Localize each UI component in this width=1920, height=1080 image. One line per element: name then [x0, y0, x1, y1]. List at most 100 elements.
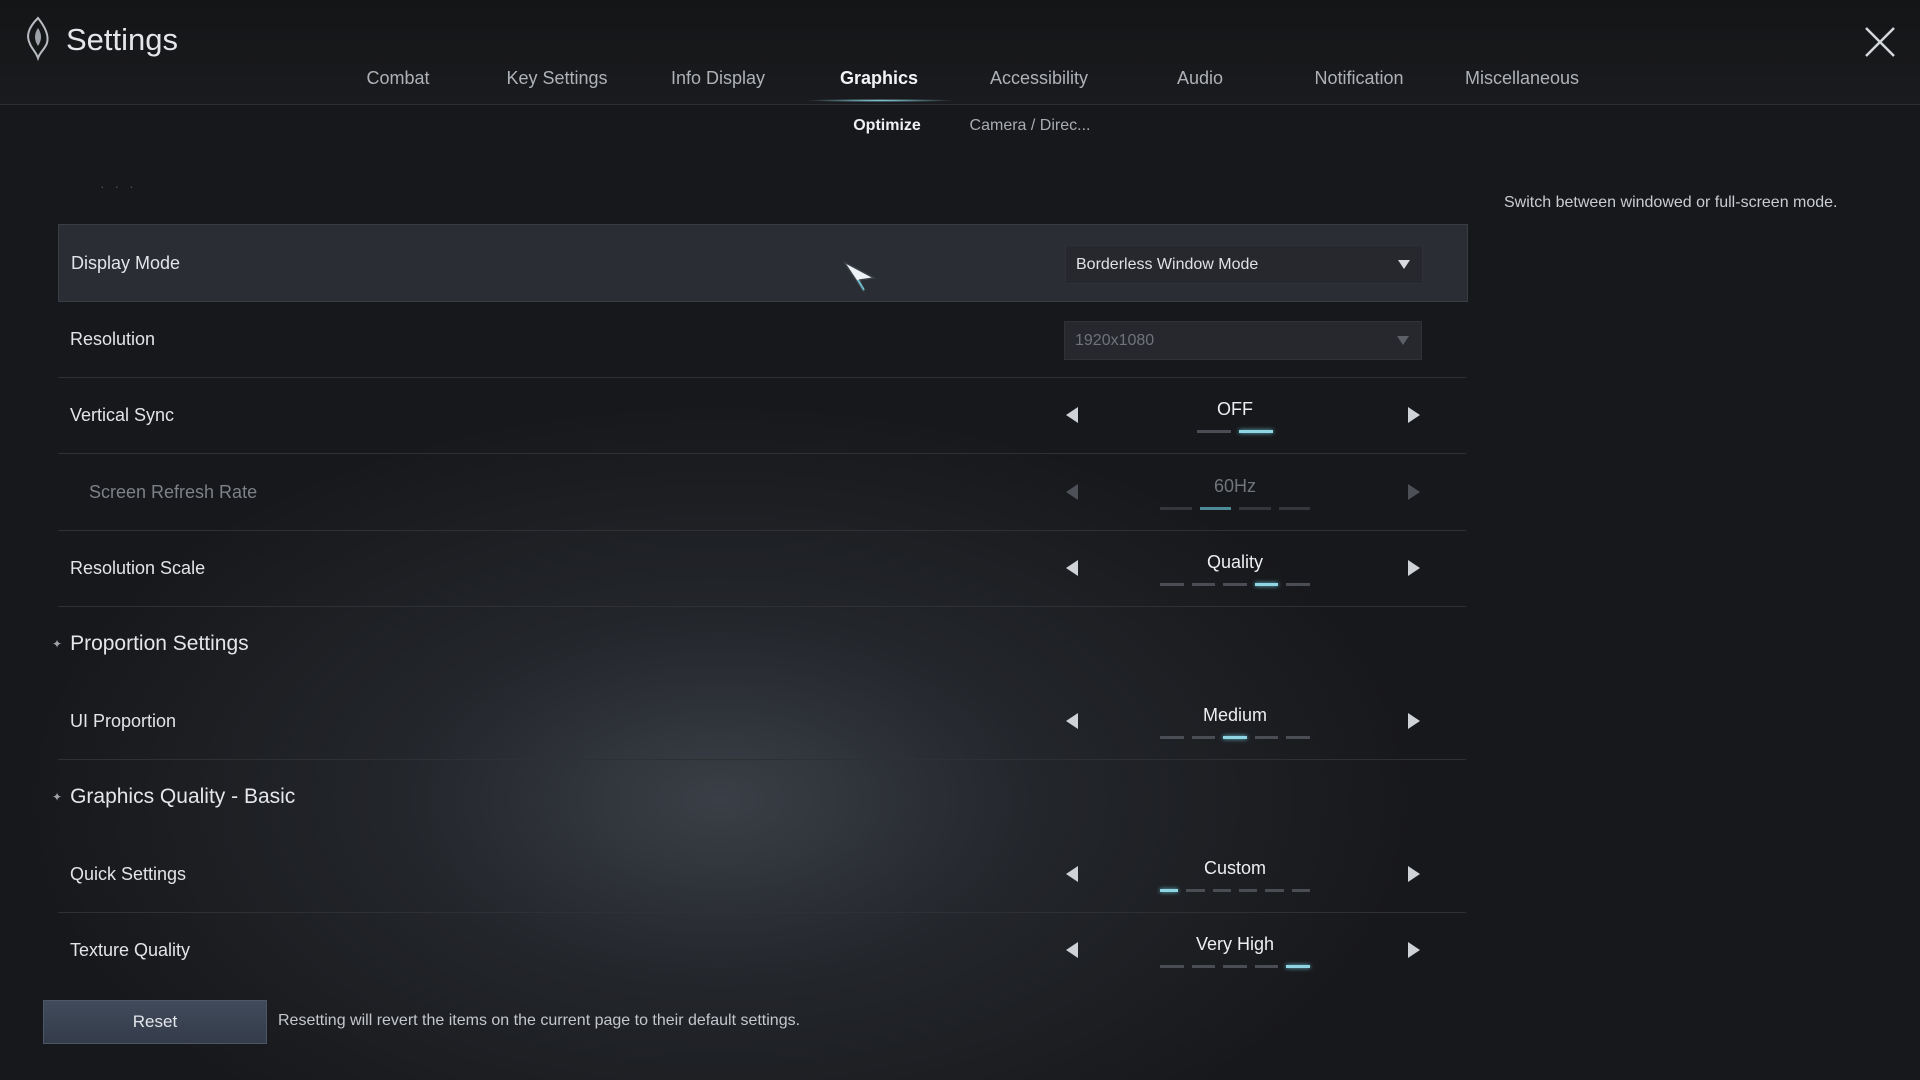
tab-combat[interactable]: Combat: [366, 68, 429, 89]
stepper-pip: [1160, 583, 1184, 586]
section-header-graphics-basic: ✦ Graphics Quality - Basic: [52, 785, 295, 809]
setting-description: Switch between windowed or full-screen m…: [1504, 194, 1838, 211]
setting-row-screen-refresh-rate[interactable]: Screen Refresh Rate 60Hz: [58, 454, 1466, 531]
arrow-right-icon[interactable]: [1408, 560, 1420, 576]
setting-row-display-mode[interactable]: Display Mode Borderless Window Mode: [58, 224, 1468, 302]
stepper-pip: [1254, 965, 1279, 968]
setting-label: Texture Quality: [70, 940, 191, 960]
setting-label: Resolution: [70, 329, 156, 349]
stepper-pip: [1223, 736, 1247, 739]
arrow-right-icon[interactable]: [1408, 713, 1420, 729]
arrow-left-icon[interactable]: [1066, 560, 1078, 576]
stepper-pip: [1191, 583, 1216, 586]
stepper-pip: [1239, 430, 1273, 433]
stepper-pip: [1160, 965, 1184, 968]
stepper-pip: [1239, 889, 1258, 892]
stepper-pip: [1291, 889, 1310, 892]
setting-row-resolution-scale[interactable]: Resolution Scale Quality: [58, 530, 1466, 607]
setting-label: Display Mode: [71, 253, 181, 273]
ui-proportion-stepper[interactable]: Medium: [1058, 683, 1488, 759]
stepper-pip: [1199, 507, 1231, 510]
stepper-pips: [1160, 736, 1310, 739]
scrolled-section-header: · · ·: [100, 178, 137, 194]
setting-row-ui-proportion[interactable]: UI Proportion Medium: [58, 683, 1466, 760]
stepper-pip: [1160, 736, 1184, 739]
stepper-value: Very High: [1195, 934, 1275, 954]
setting-label: Resolution Scale: [70, 558, 206, 578]
stepper-pip: [1286, 736, 1310, 739]
arrow-right-icon[interactable]: [1408, 484, 1420, 500]
section-header-proportion: ✦ Proportion Settings: [52, 632, 249, 656]
stepper-pips: [1160, 889, 1310, 892]
subtab-optimize[interactable]: Optimize: [853, 117, 921, 135]
arrow-right-icon[interactable]: [1408, 407, 1420, 423]
tab-info-display[interactable]: Info Display: [671, 68, 765, 89]
tab-notification[interactable]: Notification: [1314, 68, 1403, 89]
arrow-left-icon[interactable]: [1066, 713, 1078, 729]
stepper-pip: [1197, 430, 1231, 433]
stepper-pip: [1286, 965, 1310, 968]
dropdown-value: 1920x1080: [1075, 332, 1155, 349]
chevron-down-icon: [1398, 260, 1410, 269]
tab-accessibility[interactable]: Accessibility: [990, 68, 1088, 89]
arrow-right-icon[interactable]: [1408, 866, 1420, 882]
close-icon[interactable]: [1860, 22, 1900, 62]
arrow-right-icon[interactable]: [1408, 942, 1420, 958]
main-tabs: Combat Key Settings Info Display Graphic…: [0, 68, 1920, 104]
stepper-pip: [1186, 889, 1205, 892]
stepper-pip: [1223, 965, 1247, 968]
stepper-value: Medium: [1202, 705, 1268, 725]
dropdown-value: Borderless Window Mode: [1076, 256, 1259, 273]
texture-quality-stepper[interactable]: Very High: [1058, 912, 1488, 988]
arrow-left-icon[interactable]: [1066, 866, 1078, 882]
setting-row-vertical-sync[interactable]: Vertical Sync OFF: [58, 377, 1466, 454]
stepper-pip: [1191, 736, 1216, 739]
stepper-pips: [1160, 430, 1310, 433]
arrow-left-icon[interactable]: [1066, 407, 1078, 423]
setting-row-texture-quality[interactable]: Texture Quality Very High: [58, 912, 1466, 988]
stepper-pip: [1278, 507, 1310, 510]
diamond-bullet-icon: ✦: [52, 637, 63, 652]
stepper-pips: [1160, 965, 1310, 968]
tab-key-settings[interactable]: Key Settings: [506, 68, 607, 89]
setting-row-resolution[interactable]: Resolution 1920x1080: [58, 301, 1466, 378]
section-title: Proportion Settings: [70, 632, 249, 655]
section-title: Graphics Quality - Basic: [70, 785, 296, 808]
refresh-rate-stepper[interactable]: 60Hz: [1058, 454, 1488, 530]
stepper-pip: [1254, 736, 1279, 739]
arrow-left-icon[interactable]: [1066, 942, 1078, 958]
vertical-sync-stepper[interactable]: OFF: [1058, 377, 1488, 453]
resolution-dropdown[interactable]: 1920x1080: [1064, 321, 1422, 360]
setting-row-quick-settings[interactable]: Quick Settings Custom: [58, 836, 1466, 913]
stepper-pip: [1160, 507, 1192, 510]
reset-button[interactable]: Reset: [43, 1000, 267, 1044]
diamond-bullet-icon: ✦: [52, 790, 63, 805]
setting-label: Quick Settings: [70, 864, 187, 884]
arrow-left-icon[interactable]: [1066, 484, 1078, 500]
stepper-value: Quality: [1206, 552, 1264, 572]
tab-miscellaneous[interactable]: Miscellaneous: [1465, 68, 1579, 89]
reset-note: Resetting will revert the items on the c…: [278, 1012, 801, 1029]
setting-label: Vertical Sync: [70, 405, 175, 425]
stepper-pip: [1254, 583, 1279, 586]
stepper-pips: [1160, 507, 1310, 510]
chevron-down-icon: [1397, 336, 1409, 345]
quick-settings-stepper[interactable]: Custom: [1058, 836, 1488, 912]
stepper-value: OFF: [1217, 399, 1253, 419]
stepper-pip: [1191, 965, 1216, 968]
stepper-pips: [1160, 583, 1310, 586]
stepper-pip: [1160, 889, 1179, 892]
stepper-value: 60Hz: [1213, 476, 1257, 496]
stepper-pip: [1239, 507, 1271, 510]
page-title: Settings: [66, 22, 179, 57]
tab-audio[interactable]: Audio: [1177, 68, 1223, 89]
subtab-camera-direction[interactable]: Camera / Direc...: [970, 117, 1091, 135]
resolution-scale-stepper[interactable]: Quality: [1058, 530, 1488, 606]
active-tab-indicator: [805, 99, 955, 102]
tab-graphics[interactable]: Graphics: [840, 68, 918, 89]
pointer-cursor-icon: [843, 261, 877, 293]
stepper-pip: [1212, 889, 1231, 892]
display-mode-dropdown[interactable]: Borderless Window Mode: [1065, 245, 1423, 284]
setting-label: Screen Refresh Rate: [89, 482, 258, 502]
stepper-pip: [1265, 889, 1284, 892]
